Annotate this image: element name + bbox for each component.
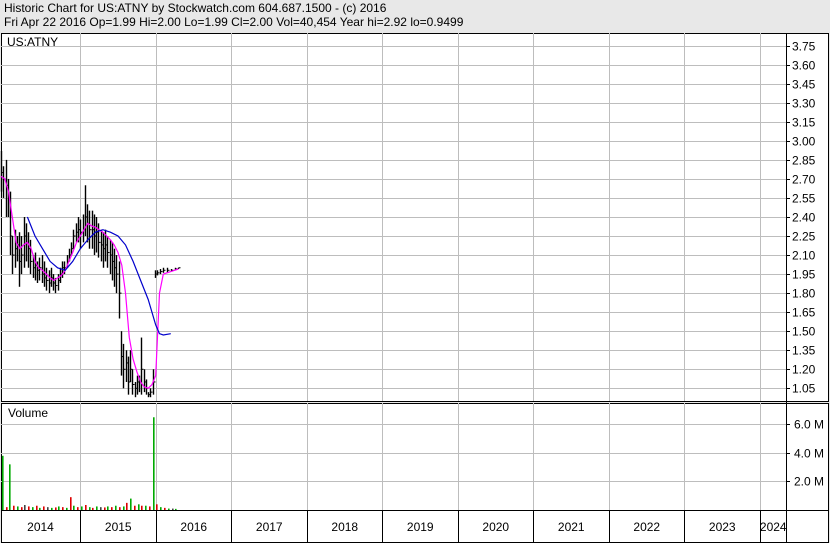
volume-bar (6, 507, 8, 510)
price-tick-label: 3.60 (792, 59, 816, 73)
volume-bar (172, 508, 174, 510)
volume-bar (70, 497, 72, 510)
volume-bar (2, 455, 4, 510)
volume-bar (9, 464, 11, 510)
price-tick-label: 1.50 (792, 325, 816, 339)
volume-bar (115, 505, 117, 510)
year-label: 2016 (180, 520, 207, 534)
volume-bar (58, 506, 60, 510)
volume-bar (89, 507, 91, 510)
volume-bar (47, 507, 49, 510)
stock-chart: 3.75 3.60 3.45 3.30 3.15 3.00 2.85 2.70 2.55 2.40… (0, 33, 829, 543)
year-label: 2023 (709, 520, 736, 534)
volume-bar (85, 505, 87, 510)
price-tick-label: 1.05 (792, 382, 816, 396)
volume-bar (138, 504, 140, 510)
volume-bar (104, 507, 106, 510)
volume-bar (21, 507, 23, 510)
volume-bar (81, 506, 83, 510)
volume-bar (153, 417, 155, 510)
volume-bar (111, 507, 113, 510)
volume-label: Volume (8, 406, 48, 420)
volume-tick-label: 2.0 M (794, 475, 824, 489)
volume-bar (43, 506, 45, 510)
year-label: 2022 (633, 520, 660, 534)
volume-bar (168, 508, 170, 510)
volume-bar (32, 507, 34, 510)
volume-bar (55, 507, 57, 510)
price-tick-label: 1.35 (792, 344, 816, 358)
volume-bar (145, 505, 147, 510)
price-tick-label: 2.70 (792, 173, 816, 187)
year-label: 2020 (482, 520, 509, 534)
price-tick-label: 3.15 (792, 116, 816, 130)
volume-bar (119, 507, 121, 510)
volume-bar (96, 506, 98, 510)
volume-bar (13, 505, 15, 510)
price-tick-label: 1.65 (792, 306, 816, 320)
price-tick-label: 1.20 (792, 363, 816, 377)
volume-bar (141, 505, 143, 510)
price-tick-label: 3.00 (792, 135, 816, 149)
price-tick-label: 1.95 (792, 268, 816, 282)
volume-bar (28, 506, 30, 510)
volume-bar (130, 498, 132, 510)
volume-bar (73, 505, 75, 510)
year-label: 2019 (407, 520, 434, 534)
symbol-label: US:ATNY (7, 35, 58, 49)
volume-bar (77, 507, 79, 510)
price-tick-label: 3.30 (792, 97, 816, 111)
volume-bar (160, 507, 162, 510)
volume-bar (36, 505, 38, 510)
price-tick-label: 2.85 (792, 154, 816, 168)
price-tick-label: 2.25 (792, 230, 816, 244)
volume-bar (123, 506, 125, 510)
volume-bar (17, 506, 19, 510)
price-tick-label: 3.45 (792, 78, 816, 92)
volume-bar (39, 507, 41, 510)
volume-bar (107, 506, 109, 510)
year-label: 2014 (27, 520, 54, 534)
year-label: 2017 (256, 520, 283, 534)
price-tick-label: 2.10 (792, 249, 816, 263)
volume-bar (51, 507, 53, 510)
volume-bar (164, 507, 166, 510)
price-tick-label: 2.40 (792, 211, 816, 225)
volume-bar (126, 502, 128, 510)
volume-bar (134, 505, 136, 510)
volume-bar (156, 504, 158, 510)
year-label: 2018 (331, 520, 358, 534)
volume-bar (24, 505, 26, 510)
volume-bar (66, 507, 68, 510)
volume-bar (175, 508, 177, 510)
volume-tick-label: 4.0 M (794, 447, 824, 461)
price-tick-label: 1.80 (792, 287, 816, 301)
year-label: 2024 (760, 520, 787, 534)
volume-bar (92, 507, 94, 510)
volume-panel (1, 403, 829, 511)
year-label: 2021 (558, 520, 585, 534)
year-label: 2015 (105, 520, 132, 534)
volume-bar (100, 507, 102, 510)
volume-bar (149, 506, 151, 510)
price-tick-label: 3.75 (792, 40, 816, 54)
volume-bar (62, 507, 64, 510)
volume-tick-label: 6.0 M (794, 418, 824, 432)
price-tick-label: 2.55 (792, 192, 816, 206)
